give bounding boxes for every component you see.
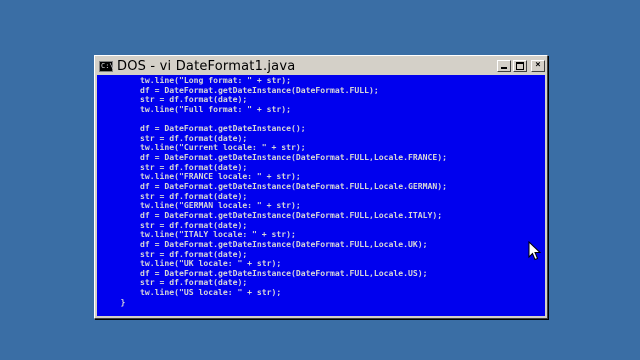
dos-window[interactable]: C:\ DOS - vi DateFormat1.java × tw.line(… [94, 55, 548, 319]
window-title: DOS - vi DateFormat1.java [117, 58, 296, 74]
close-icon[interactable]: × [531, 60, 545, 72]
window-controls: × [497, 60, 545, 72]
console-icon-label: C:\ [101, 61, 114, 70]
console-icon[interactable]: C:\ [99, 60, 114, 72]
code-line: tw.line("US locale: " + str); [101, 287, 282, 298]
arrow-cursor-icon [528, 241, 542, 261]
desktop: C:\ DOS - vi DateFormat1.java × tw.line(… [0, 0, 640, 360]
code-line: } [101, 296, 126, 307]
minimize-icon[interactable] [497, 60, 511, 72]
title-bar[interactable]: C:\ DOS - vi DateFormat1.java × [97, 58, 545, 74]
code-text[interactable]: tw.line("Long format: " + str); df = Dat… [101, 75, 447, 307]
code-line: tw.line("Full format: " + str); [101, 103, 292, 114]
maximize-icon[interactable] [513, 60, 527, 72]
console-area[interactable]: tw.line("Long format: " + str); df = Dat… [97, 75, 545, 316]
